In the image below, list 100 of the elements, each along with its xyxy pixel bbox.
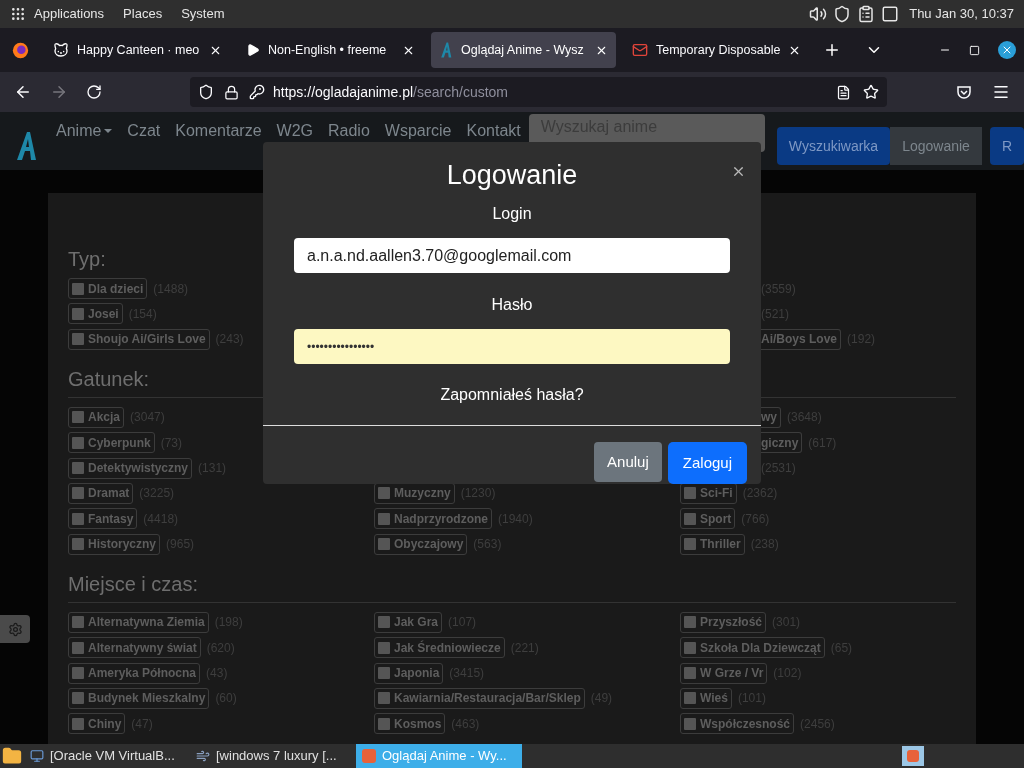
close-window-icon[interactable] (998, 41, 1016, 59)
lock-icon[interactable] (224, 84, 239, 100)
password-field[interactable]: •••••••••••••••• (294, 329, 730, 364)
checkbox[interactable] (72, 512, 84, 525)
nav-link[interactable]: Radio (328, 122, 370, 140)
key-icon[interactable] (249, 84, 265, 100)
filter-chip[interactable]: Fantasy (68, 508, 138, 530)
nav-link[interactable]: Komentarze (175, 122, 262, 140)
filter-chip[interactable]: Jak Średniowiecze (374, 637, 505, 659)
checkbox[interactable] (72, 333, 84, 346)
desktop-menu[interactable]: System (181, 4, 225, 24)
checkbox[interactable] (378, 487, 390, 500)
nav-link[interactable]: Wsparcie (384, 122, 452, 140)
filter-chip[interactable]: Historyczny (68, 533, 161, 555)
filter-chip[interactable]: Sport (680, 508, 736, 530)
browser-tab[interactable]: Temporary Disposable (624, 32, 809, 68)
maximize-icon[interactable] (969, 44, 980, 56)
shield-icon[interactable] (833, 5, 852, 23)
filter-chip[interactable]: Budynek Mieszkalny (68, 687, 210, 709)
login-button[interactable]: Zaloguj (667, 442, 747, 484)
checkbox[interactable] (72, 307, 84, 320)
checkbox[interactable] (378, 641, 390, 654)
menu-icon[interactable] (992, 83, 1010, 101)
nav-button[interactable]: R (989, 127, 1024, 165)
desktop-menu[interactable]: Places (123, 4, 163, 24)
checkbox[interactable] (378, 717, 390, 730)
checkbox[interactable] (72, 641, 84, 654)
filter-chip[interactable]: Ameryka Północna (68, 662, 201, 684)
tray-app-icon[interactable] (902, 746, 924, 766)
checkbox[interactable] (72, 692, 84, 705)
checkbox[interactable] (72, 667, 84, 679)
taskbar-item[interactable]: [windows 7 luxury [... (190, 744, 356, 768)
taskbar-item[interactable]: [Oracle VM VirtualB... (24, 744, 190, 768)
cancel-button[interactable]: Anuluj (594, 442, 662, 482)
clipboard-icon[interactable] (857, 5, 876, 23)
checkbox[interactable] (684, 692, 696, 705)
apps-grid-icon[interactable] (10, 6, 26, 22)
nav-button[interactable]: Logowanie (890, 127, 982, 165)
filter-chip[interactable]: Dla dzieci (68, 278, 148, 299)
checkbox[interactable] (72, 436, 84, 449)
filter-chip[interactable]: Detektywistyczny (68, 457, 193, 479)
speaker-icon[interactable] (809, 5, 828, 23)
reader-view-icon[interactable] (836, 84, 851, 100)
settings-button[interactable] (0, 615, 30, 643)
nav-button[interactable]: Wyszukiwarka (776, 127, 891, 165)
desktop-menu[interactable]: Applications (34, 4, 105, 24)
checkbox[interactable] (378, 667, 390, 679)
filter-chip[interactable]: Kosmos (374, 713, 446, 735)
filter-chip[interactable]: Jak Gra (374, 611, 443, 633)
filter-chip[interactable]: Japonia (374, 662, 444, 684)
login-field[interactable]: a.n.a.nd.aallen3.70@googlemail.com (294, 238, 730, 273)
checkbox[interactable] (684, 616, 696, 629)
pocket-icon[interactable] (956, 84, 972, 100)
browser-logo-icon[interactable] (12, 41, 29, 59)
filter-chip[interactable]: Współczesność (680, 713, 795, 735)
filter-chip[interactable]: Josei (68, 303, 123, 325)
filter-chip[interactable]: Alternatywna Ziemia (68, 611, 209, 633)
checkbox[interactable] (684, 717, 696, 730)
checkbox[interactable] (684, 538, 696, 551)
browser-tab[interactable]: Non-English • freeme (238, 32, 423, 68)
reload-icon[interactable] (86, 84, 102, 100)
checkbox[interactable] (72, 717, 84, 730)
browser-tab[interactable]: Oglądaj Anime - Wysz (431, 32, 616, 68)
nav-link[interactable]: Anime (56, 122, 102, 140)
filter-chip[interactable]: Przyszłość (680, 611, 767, 633)
checkbox[interactable] (72, 538, 84, 551)
new-tab-icon[interactable] (823, 41, 841, 59)
filter-chip[interactable]: Cyberpunk (68, 432, 155, 454)
checkbox[interactable] (684, 667, 696, 679)
filter-chip[interactable]: Shoujo Ai/Girls Love (68, 328, 210, 350)
checkbox[interactable] (72, 487, 84, 500)
filter-chip[interactable]: Thriller (680, 533, 745, 555)
filter-chip[interactable]: Dramat (68, 482, 134, 504)
filter-chip[interactable]: Alternatywny świat (68, 637, 201, 659)
filter-chip[interactable]: Wieś (680, 687, 732, 709)
caret-icon[interactable] (104, 127, 113, 135)
checkbox[interactable] (378, 616, 390, 629)
checkbox[interactable] (684, 512, 696, 525)
checkbox[interactable] (72, 616, 84, 629)
back-icon[interactable] (14, 83, 32, 101)
checkbox[interactable] (72, 282, 84, 295)
filter-chip[interactable]: W Grze / Vr (680, 662, 768, 684)
checkbox[interactable] (378, 692, 390, 705)
filter-chip[interactable]: Nadprzyrodzone (374, 508, 492, 530)
filter-chip[interactable]: Kawiarnia/Restauracja/Bar/Sklep (374, 687, 585, 709)
forgot-password-link[interactable]: Zapomniałeś hasła? (440, 383, 584, 407)
nav-link[interactable]: W2G (276, 122, 313, 140)
checkbox[interactable] (684, 641, 696, 654)
square-icon[interactable] (881, 5, 900, 23)
filter-chip[interactable]: Obyczajowy (374, 533, 468, 555)
nav-link[interactable]: Czat (127, 122, 161, 140)
close-icon[interactable] (731, 164, 746, 179)
checkbox[interactable] (72, 462, 84, 475)
checkbox[interactable] (378, 512, 390, 525)
folder-icon[interactable] (2, 746, 22, 766)
checkbox[interactable] (684, 487, 696, 500)
nav-link[interactable]: Kontakt (466, 122, 521, 140)
filter-chip[interactable]: Chiny (68, 713, 126, 735)
url-field[interactable]: https://ogladajanime.pl/search/custom (190, 77, 887, 107)
checkbox[interactable] (72, 411, 84, 424)
